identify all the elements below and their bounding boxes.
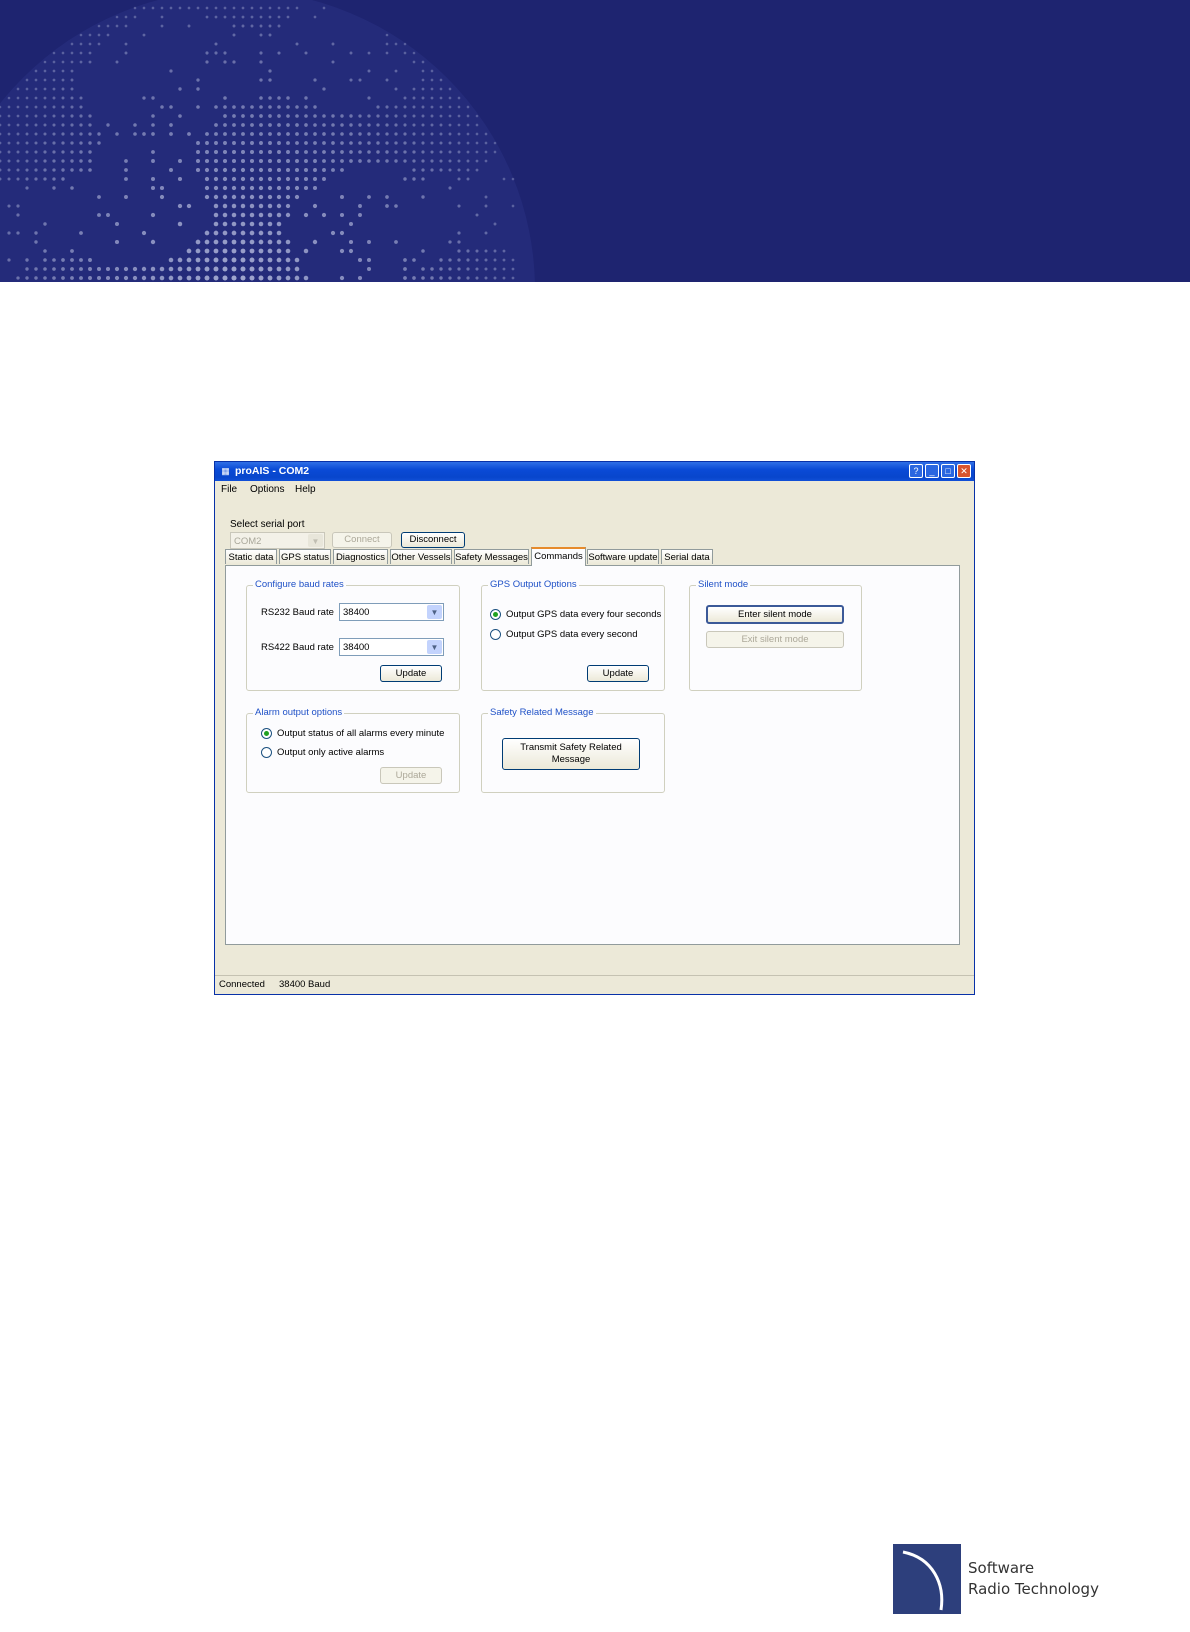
chevron-down-icon: ▼ [308,534,323,547]
gps-every-second-radio[interactable] [490,629,501,640]
tab-static-data[interactable]: Static data [225,549,277,564]
rs422-baud-value: 38400 [343,642,370,653]
silent-mode-group: Silent mode Enter silent mode Exit silen… [689,579,862,691]
transmit-button-line1: Transmit Safety Related [520,742,622,753]
alarm-only-active-radio[interactable] [261,747,272,758]
gps-every-four-seconds-radio[interactable] [490,609,501,620]
menu-help[interactable]: Help [295,484,316,495]
gps-output-group: GPS Output Options Output GPS data every… [481,579,665,691]
status-bar: Connected 38400 Baud [215,975,974,994]
silent-mode-group-title: Silent mode [696,579,751,590]
rs232-label: RS232 Baud rate [261,607,334,618]
menu-bar: File Options Help [215,481,974,499]
alarm-output-group-title: Alarm output options [253,707,345,718]
logo-text-radio-technology: Radio Technology [968,1580,1099,1598]
ais-app-icon: ▦ [221,466,230,476]
proais-window: ▦ proAIS - COM2 ? _ □ ✕ File Options Hel… [214,461,975,995]
menu-options[interactable]: Options [250,484,284,495]
serial-port-label: Select serial port [230,519,305,530]
status-baud: 38400 Baud [279,979,331,990]
menu-file[interactable]: File [221,484,237,495]
safety-message-group-title: Safety Related Message [488,707,596,718]
tab-other-vessels[interactable]: Other Vessels [390,549,452,564]
baud-update-button[interactable]: Update [380,665,442,682]
gps-update-button[interactable]: Update [587,665,649,682]
alarm-option2-label: Output only active alarms [277,747,385,758]
rs422-baud-select[interactable]: 38400 ▼ [339,638,444,656]
gps-option2-label: Output GPS data every second [506,629,638,640]
alarm-option1-label: Output status of all alarms every minute [277,728,445,739]
connect-button[interactable]: Connect [332,532,392,548]
disconnect-button[interactable]: Disconnect [401,532,465,548]
rs232-baud-select[interactable]: 38400 ▼ [339,603,444,621]
serial-port-select[interactable]: COM2 ▼ [230,532,325,549]
serial-port-value: COM2 [234,536,262,547]
tab-commands[interactable]: Commands [531,547,586,566]
chevron-down-icon: ▼ [427,640,442,654]
header-banner [0,0,1190,282]
rs232-baud-value: 38400 [343,607,370,618]
logo-arc-icon [902,1550,944,1611]
gps-output-group-title: GPS Output Options [488,579,579,590]
maximize-icon[interactable]: □ [941,464,955,478]
tab-diagnostics[interactable]: Diagnostics [333,549,388,564]
tab-serial-data[interactable]: Serial data [661,549,713,564]
tab-software-update[interactable]: Software update [587,549,659,564]
title-bar[interactable]: ▦ proAIS - COM2 ? _ □ ✕ [215,462,974,481]
tab-gps-status[interactable]: GPS status [279,549,331,564]
commands-panel: Configure baud rates RS232 Baud rate 384… [225,565,960,945]
help-icon[interactable]: ? [909,464,923,478]
gps-option1-label: Output GPS data every four seconds [506,609,662,620]
minimize-icon[interactable]: _ [925,464,939,478]
window-title: proAIS - COM2 [235,465,310,477]
baud-rate-group: Configure baud rates RS232 Baud rate 384… [246,579,460,691]
alarm-output-group: Alarm output options Output status of al… [246,707,460,793]
status-connection: Connected [219,979,265,990]
globe-graphic [0,0,535,282]
alarm-all-every-minute-radio[interactable] [261,728,272,739]
enter-silent-mode-button[interactable]: Enter silent mode [706,605,844,624]
tab-safety-messages[interactable]: Safety Messages [454,549,529,564]
close-icon[interactable]: ✕ [957,464,971,478]
transmit-button-line2: Message [551,754,591,765]
logo-text-software: Software [968,1559,1035,1577]
rs422-label: RS422 Baud rate [261,642,334,653]
srt-logo [893,1544,961,1614]
safety-message-group: Safety Related Message Transmit Safety R… [481,707,665,793]
exit-silent-mode-button[interactable]: Exit silent mode [706,631,844,648]
alarm-update-button[interactable]: Update [380,767,442,784]
chevron-down-icon: ▼ [427,605,442,619]
transmit-safety-message-button[interactable]: Transmit Safety Related Message [502,738,640,770]
baud-rate-group-title: Configure baud rates [253,579,346,590]
